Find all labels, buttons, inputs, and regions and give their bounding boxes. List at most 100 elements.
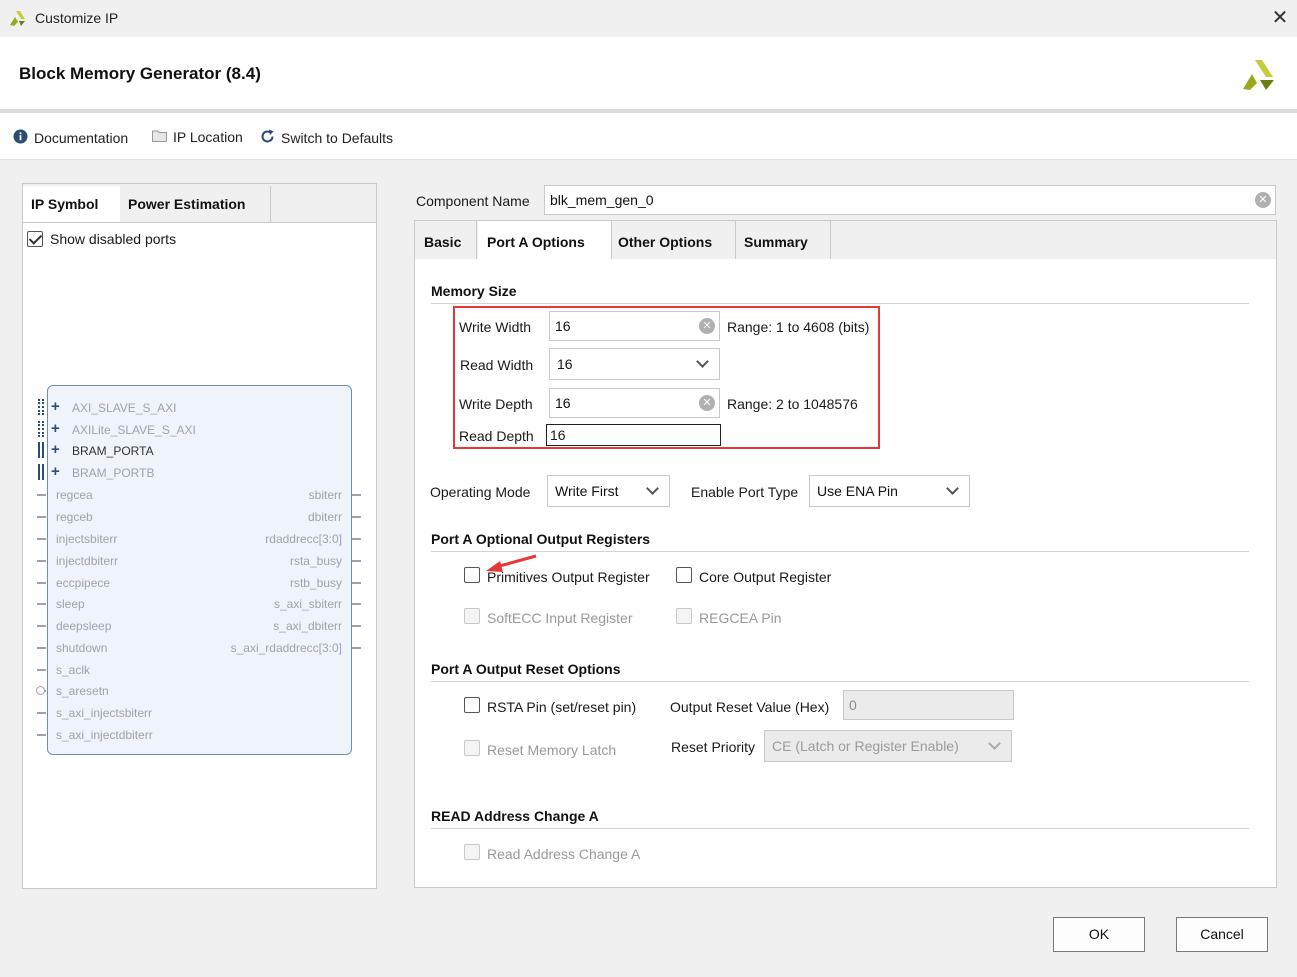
write-depth-input[interactable]: 16 ✕ (549, 388, 720, 418)
port-s-aresetn: s_aresetn (56, 684, 109, 698)
regcea-pin-label: REGCEA Pin (699, 610, 782, 626)
tab-underline (415, 259, 1276, 260)
output-registers-title: Port A Optional Output Registers (431, 531, 651, 547)
show-disabled-ports-checkbox[interactable] (27, 231, 43, 247)
expand-icon[interactable]: + (51, 421, 60, 436)
write-width-input[interactable]: 16 ✕ (549, 311, 720, 341)
port-stub (352, 625, 361, 627)
read-width-value: 16 (557, 356, 573, 372)
output-reset-value: 0 (849, 697, 857, 713)
port-stub (352, 582, 361, 584)
port-s-axi-injectsbiterr: s_axi_injectsbiterr (56, 706, 153, 720)
port-stub (352, 538, 361, 540)
primitives-output-register-checkbox[interactable] (464, 567, 480, 583)
documentation-button[interactable]: Documentation (13, 129, 128, 147)
write-depth-label: Write Depth (459, 396, 533, 412)
ip-symbol-block (47, 385, 352, 755)
read-address-title: READ Address Change A (431, 808, 599, 824)
switch-defaults-label: Switch to Defaults (281, 130, 394, 146)
close-icon[interactable]: ✕ (1268, 6, 1292, 30)
port-sleep: sleep (56, 597, 85, 611)
port-stub (37, 516, 46, 518)
section-divider (431, 551, 1249, 552)
component-name-label: Component Name (416, 193, 530, 209)
component-name-value: blk_mem_gen_0 (550, 192, 654, 208)
port-s-axi-dbiterr: s_axi_dbiterr (273, 619, 342, 633)
bus-connector (42, 399, 44, 415)
bus-connector (42, 464, 44, 480)
clear-icon[interactable]: ✕ (699, 318, 715, 334)
chevron-down-icon (988, 737, 1001, 750)
memory-size-title: Memory Size (431, 283, 517, 299)
expand-icon[interactable]: + (51, 399, 60, 414)
xilinx-logo-icon (1243, 60, 1274, 90)
port-stub (37, 669, 46, 671)
bus-connector (38, 442, 40, 458)
expand-icon[interactable]: + (51, 464, 60, 479)
write-width-label: Write Width (459, 319, 532, 335)
tab-power-estimation[interactable]: Power Estimation (120, 186, 271, 222)
clear-icon[interactable]: ✕ (699, 395, 715, 411)
port-stub (37, 603, 46, 605)
port-sbiterr: sbiterr (308, 488, 342, 502)
refresh-icon (260, 129, 275, 147)
title-bar: Customize IP ✕ (0, 0, 1297, 37)
enable-port-type-select[interactable]: Use ENA Pin (809, 475, 970, 507)
port-stub (37, 625, 46, 627)
core-output-register-checkbox[interactable] (676, 567, 692, 583)
tab-port-a-options[interactable]: Port A Options (478, 221, 612, 259)
port-stub (37, 582, 46, 584)
reset-memory-latch-checkbox (464, 740, 480, 756)
app-logo-icon (10, 11, 25, 26)
bus-connector (42, 421, 44, 437)
operating-mode-select[interactable]: Write First (547, 475, 670, 507)
tab-ip-symbol[interactable]: IP Symbol (23, 186, 120, 222)
bus-connector (38, 421, 40, 437)
red-arrow-annotation (486, 554, 537, 572)
section-divider (431, 828, 1249, 829)
chevron-down-icon (946, 482, 959, 495)
port-s-axi-injectdbiterr: s_axi_injectdbiterr (56, 728, 153, 742)
read-address-change-checkbox (464, 844, 480, 860)
port-stub (37, 494, 46, 496)
output-reset-value-input: 0 (843, 690, 1014, 720)
tab-basic[interactable]: Basic (415, 221, 477, 259)
clear-icon[interactable]: ✕ (1255, 192, 1271, 208)
component-name-input[interactable]: blk_mem_gen_0 ✕ (544, 185, 1276, 215)
write-width-value: 16 (555, 318, 571, 334)
port-s-aclk: s_aclk (56, 663, 91, 677)
rsta-pin-label: RSTA Pin (set/reset pin) (487, 699, 637, 715)
port-stub (352, 647, 361, 649)
reset-priority-select: CE (Latch or Register Enable) (764, 730, 1012, 762)
tab-other-options[interactable]: Other Options (609, 221, 736, 259)
port-s-axi-rdaddrecc: s_axi_rdaddrecc[3:0] (230, 641, 342, 655)
active-low-icon (36, 686, 45, 695)
port-deepsleep: deepsleep (56, 619, 112, 633)
rsta-pin-checkbox[interactable] (464, 697, 480, 713)
expand-icon[interactable]: + (51, 442, 60, 457)
read-depth-field: 16 (546, 424, 721, 446)
enable-port-type-label: Enable Port Type (691, 484, 799, 500)
port-shutdown: shutdown (56, 641, 108, 655)
read-width-label: Read Width (460, 357, 534, 373)
section-divider (431, 303, 1249, 304)
toolbar-divider (0, 159, 1297, 160)
core-output-register-label: Core Output Register (699, 569, 832, 585)
write-width-range: Range: 1 to 4608 (bits) (727, 319, 870, 335)
port-dbiterr: dbiterr (307, 510, 342, 524)
port-axilite-slave: AXILite_SLAVE_S_AXI (72, 423, 196, 437)
documentation-label: Documentation (34, 130, 129, 146)
dialog-title: Block Memory Generator (8.4) (19, 64, 261, 83)
bus-connector (38, 399, 40, 415)
ok-button[interactable]: OK (1053, 917, 1145, 952)
port-axi-slave: AXI_SLAVE_S_AXI (72, 401, 177, 415)
cancel-button[interactable]: Cancel (1176, 917, 1268, 952)
port-bram-porta: BRAM_PORTA (72, 444, 154, 458)
ip-location-button[interactable]: IP Location (152, 129, 243, 145)
tab-summary[interactable]: Summary (735, 221, 831, 259)
switch-defaults-button[interactable]: Switch to Defaults (260, 129, 393, 147)
port-stub (37, 734, 46, 736)
read-width-select[interactable]: 16 (549, 348, 720, 380)
port-s-axi-sbiterr: s_axi_sbiterr (273, 597, 342, 611)
port-rstb-busy: rstb_busy (289, 576, 342, 590)
